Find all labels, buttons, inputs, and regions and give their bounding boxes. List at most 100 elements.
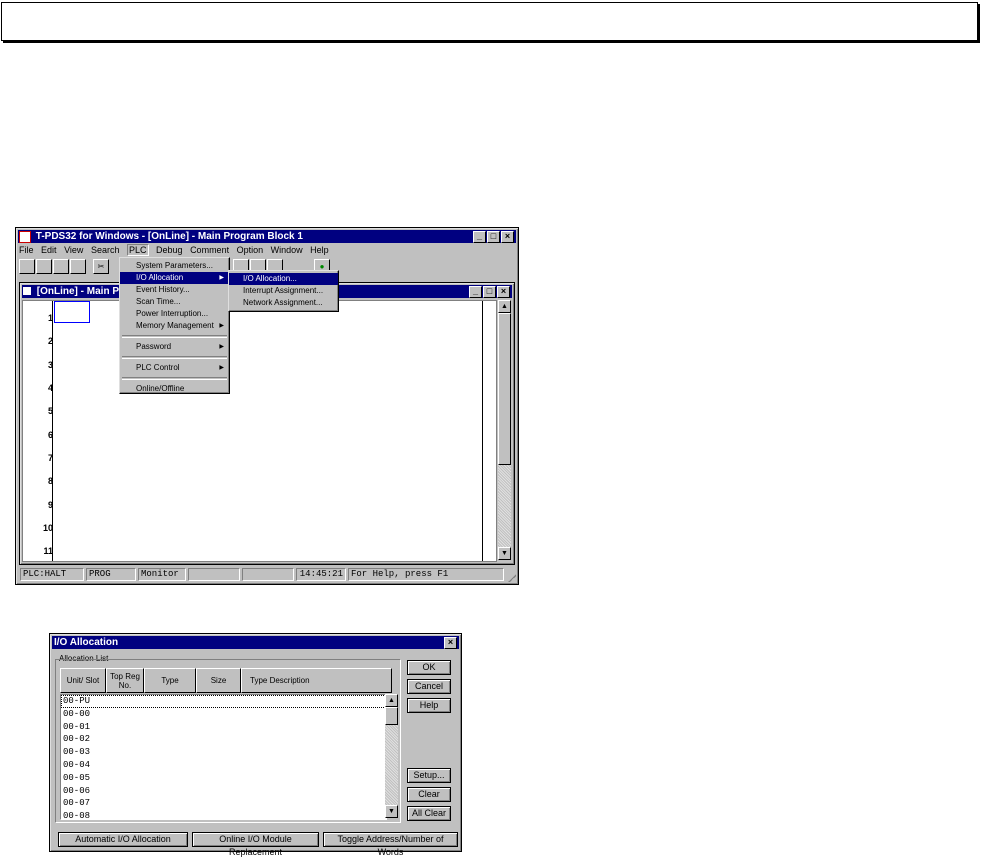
menu-item-password[interactable]: Password ▶ — [120, 341, 229, 353]
col-type[interactable]: Type — [144, 668, 196, 693]
rung-number: 10 — [42, 523, 53, 533]
allocation-list[interactable]: 00-PU 00-00 00-01 00-02 00-03 00-04 00-0… — [60, 694, 387, 820]
menu-item-plc-control[interactable]: PLC Control ▶ — [120, 362, 229, 374]
menu-comment[interactable]: Comment — [190, 244, 229, 256]
list-item[interactable]: 00-PU — [61, 695, 386, 708]
maximize-icon[interactable]: □ — [487, 231, 500, 243]
list-scroll-thumb[interactable] — [385, 707, 398, 725]
setup-button[interactable]: Setup... — [407, 768, 451, 783]
app-icon — [19, 231, 31, 243]
right-rail — [482, 301, 483, 561]
list-item[interactable]: 00-08 — [61, 810, 386, 819]
child-minimize-icon[interactable]: _ — [469, 286, 482, 298]
menu-separator — [122, 377, 227, 380]
open-file-icon[interactable] — [36, 259, 52, 274]
submenu-arrow-icon: ▶ — [219, 365, 224, 371]
rung-number: 8 — [47, 476, 53, 486]
child-close-icon[interactable]: × — [497, 286, 510, 298]
save-icon[interactable] — [53, 259, 69, 274]
child-window: [OnLine] - Main Pro _ □ × 1 2 3 4 5 6 7 … — [19, 282, 515, 565]
menu-item-scan-time[interactable]: Scan Time... — [120, 296, 229, 308]
cancel-button[interactable]: Cancel — [407, 679, 451, 694]
toggle-address-button[interactable]: Toggle Address/Number of Words — [323, 832, 458, 857]
plc-menu: System Parameters... I/O Allocation ▶ Eve… — [119, 257, 230, 394]
minimize-icon[interactable]: _ — [473, 231, 486, 243]
menu-bar: File Edit View Search PLC Debug Comment … — [19, 244, 334, 256]
status-monitor: Monitor — [138, 568, 186, 581]
rung-number: 1 — [47, 313, 53, 323]
menu-item-system-parameters[interactable]: System Parameters... — [120, 260, 229, 272]
menu-item-event-history[interactable]: Event History... — [120, 284, 229, 296]
ladder-scrollbar[interactable]: ▲ ▼ — [498, 300, 511, 560]
dialog-title-bar[interactable]: I/O Allocation × — [52, 636, 459, 649]
list-item[interactable]: 00-07 — [61, 797, 386, 810]
scroll-thumb[interactable] — [498, 313, 511, 465]
close-icon[interactable]: × — [444, 637, 457, 649]
io-submenu: I/O Allocation... Interrupt Assignment..… — [228, 270, 339, 312]
cut-icon[interactable]: ✂ — [93, 259, 109, 274]
child-maximize-icon[interactable]: □ — [483, 286, 496, 298]
scroll-down-icon[interactable]: ▼ — [498, 547, 511, 560]
menu-item-online-offline[interactable]: Online/Offline — [120, 383, 229, 395]
scroll-up-icon[interactable]: ▲ — [385, 694, 398, 707]
list-item[interactable]: 00-03 — [61, 746, 386, 759]
menu-help[interactable]: Help — [310, 244, 329, 256]
menu-separator — [122, 356, 227, 359]
list-item[interactable]: 00-02 — [61, 733, 386, 746]
menu-option[interactable]: Option — [237, 244, 264, 256]
menu-view[interactable]: View — [64, 244, 83, 256]
list-item[interactable]: 00-04 — [61, 759, 386, 772]
status-help: For Help, press F1 — [348, 568, 504, 581]
list-item[interactable]: 00-06 — [61, 785, 386, 798]
online-io-module-replacement-button[interactable]: Online I/O Module Replacement — [192, 832, 319, 857]
menu-debug[interactable]: Debug — [156, 244, 183, 256]
disk-icon[interactable] — [70, 259, 86, 274]
col-size[interactable]: Size — [196, 668, 241, 693]
submenu-item-io-allocation[interactable]: I/O Allocation... — [229, 273, 338, 285]
ladder-editor[interactable]: 1 2 3 4 5 6 7 8 9 10 11 — [22, 300, 497, 562]
status-blank-1 — [188, 568, 240, 581]
menu-item-power-interruption[interactable]: Power Interruption... — [120, 308, 229, 320]
menu-window[interactable]: Window — [271, 244, 303, 256]
list-item[interactable]: 00-05 — [61, 772, 386, 785]
menu-plc[interactable]: PLC — [126, 244, 149, 256]
submenu-item-interrupt-assignment[interactable]: Interrupt Assignment... — [229, 285, 338, 297]
status-plc: PLC:HALT — [20, 568, 84, 581]
toolbar: ✂ — [19, 259, 110, 275]
status-blank-2 — [242, 568, 294, 581]
list-item[interactable]: 00-00 — [61, 708, 386, 721]
clear-button[interactable]: Clear — [407, 787, 451, 802]
menu-file[interactable]: File — [19, 244, 34, 256]
child-title: [OnLine] - Main Pro — [36, 286, 129, 297]
list-scrollbar[interactable]: ▲ ▼ — [385, 694, 398, 818]
submenu-item-network-assignment[interactable]: Network Assignment... — [229, 297, 338, 309]
io-allocation-dialog: I/O Allocation × Allocation List Unit/ S… — [49, 633, 462, 857]
help-button[interactable]: Help — [407, 698, 451, 713]
cursor-box — [54, 301, 90, 323]
submenu-arrow-icon: ▶ — [219, 275, 224, 281]
ok-button[interactable]: OK — [407, 660, 451, 675]
menu-search[interactable]: Search — [91, 244, 120, 256]
all-clear-button[interactable]: All Clear — [407, 806, 451, 821]
col-unit-slot[interactable]: Unit/ Slot — [60, 668, 106, 693]
top-blank-box — [1, 2, 978, 41]
list-item[interactable]: 00-01 — [61, 721, 386, 734]
new-file-icon[interactable] — [19, 259, 35, 274]
status-mode: PROG — [86, 568, 136, 581]
rung-number: 2 — [47, 336, 53, 346]
menu-edit[interactable]: Edit — [41, 244, 57, 256]
col-top-reg[interactable]: Top Reg No. — [106, 668, 144, 693]
rung-number: 6 — [47, 430, 53, 440]
app-title: T-PDS32 for Windows - [OnLine] - Main Pr… — [35, 231, 303, 242]
col-type-description[interactable]: Type Description — [241, 668, 392, 693]
app-title-bar[interactable]: T-PDS32 for Windows - [OnLine] - Main Pr… — [18, 230, 516, 243]
menu-item-io-allocation[interactable]: I/O Allocation ▶ — [120, 272, 229, 284]
menu-item-memory-management[interactable]: Memory Management ▶ — [120, 320, 229, 332]
resize-grip-icon[interactable] — [506, 572, 516, 582]
dialog-title: I/O Allocation — [54, 637, 119, 648]
automatic-io-allocation-button[interactable]: Automatic I/O Allocation — [58, 832, 188, 847]
scroll-up-icon[interactable]: ▲ — [498, 300, 511, 313]
close-icon[interactable]: × — [501, 231, 514, 243]
rung-number: 11 — [43, 546, 53, 556]
scroll-down-icon[interactable]: ▼ — [385, 805, 398, 818]
